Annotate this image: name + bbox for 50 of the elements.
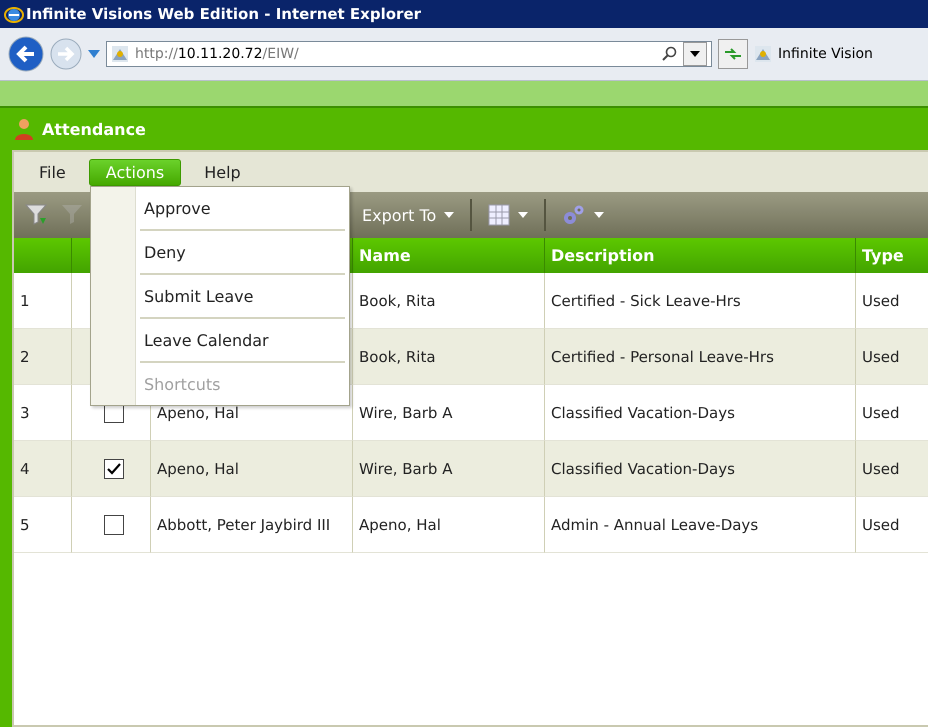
table-cell: Abbott, Peter Jaybird III	[151, 497, 353, 553]
checkbox[interactable]	[104, 514, 124, 534]
table-cell: 3	[14, 385, 72, 441]
settings-icon	[562, 204, 586, 226]
table-cell: Used	[856, 329, 928, 385]
table-cell: Admin - Annual Leave-Days	[545, 497, 856, 553]
forward-icon[interactable]	[50, 38, 82, 70]
table-cell: Used	[856, 441, 928, 497]
table-cell: Apeno, Hal	[151, 441, 353, 497]
menu-option[interactable]: Approve	[140, 187, 345, 231]
menu-item[interactable]: Help	[187, 158, 258, 186]
url-text: http://10.11.20.72/EIW/	[135, 46, 300, 62]
caret-icon	[690, 51, 700, 57]
table-cell: Book, Rita	[353, 329, 545, 385]
back-icon[interactable]	[8, 36, 44, 72]
search-icon[interactable]	[661, 46, 677, 62]
grid-icon	[488, 204, 510, 226]
table-cell: Wire, Barb A	[353, 385, 545, 441]
refresh-icon	[724, 47, 742, 61]
refresh-button[interactable]	[718, 39, 748, 69]
caret-icon	[518, 212, 528, 218]
menu-option[interactable]: Deny	[140, 231, 345, 275]
menu-item[interactable]: File	[22, 158, 83, 186]
menu-option[interactable]: Submit Leave	[140, 275, 345, 319]
site-icon	[111, 45, 129, 63]
checkbox[interactable]	[104, 458, 124, 478]
table-cell: 2	[14, 329, 72, 385]
dropdown-button[interactable]	[683, 42, 707, 66]
window-title: Infinite Visions Web Edition - Internet Explorer	[26, 5, 422, 23]
caret-icon	[594, 212, 604, 218]
menu-option[interactable]: Leave Calendar	[140, 319, 345, 363]
table-cell: Classified Vacation-Days	[545, 441, 856, 497]
table-cell: Book, Rita	[353, 273, 545, 329]
tab-title[interactable]: Infinite Vision	[778, 46, 873, 62]
site-icon	[754, 45, 772, 63]
app-title: Attendance	[42, 120, 146, 138]
table-cell: Classified Vacation-Days	[545, 385, 856, 441]
table-cell: 4	[14, 441, 72, 497]
dropdown-icon[interactable]	[88, 50, 100, 58]
address-field[interactable]: http://10.11.20.72/EIW/	[106, 41, 712, 67]
table-cell: Certified - Sick Leave-Hrs	[545, 273, 856, 329]
caret-icon	[444, 212, 454, 218]
table-cell: 1	[14, 273, 72, 329]
table-cell: 5	[14, 497, 72, 553]
browser-logo-icon	[4, 4, 24, 24]
table-cell: Wire, Barb A	[353, 441, 545, 497]
person-icon	[12, 118, 34, 140]
export-button[interactable]: Export To	[356, 206, 460, 224]
table-cell: Certified - Personal Leave-Hrs	[545, 329, 856, 385]
table-cell: Apeno, Hal	[353, 497, 545, 553]
